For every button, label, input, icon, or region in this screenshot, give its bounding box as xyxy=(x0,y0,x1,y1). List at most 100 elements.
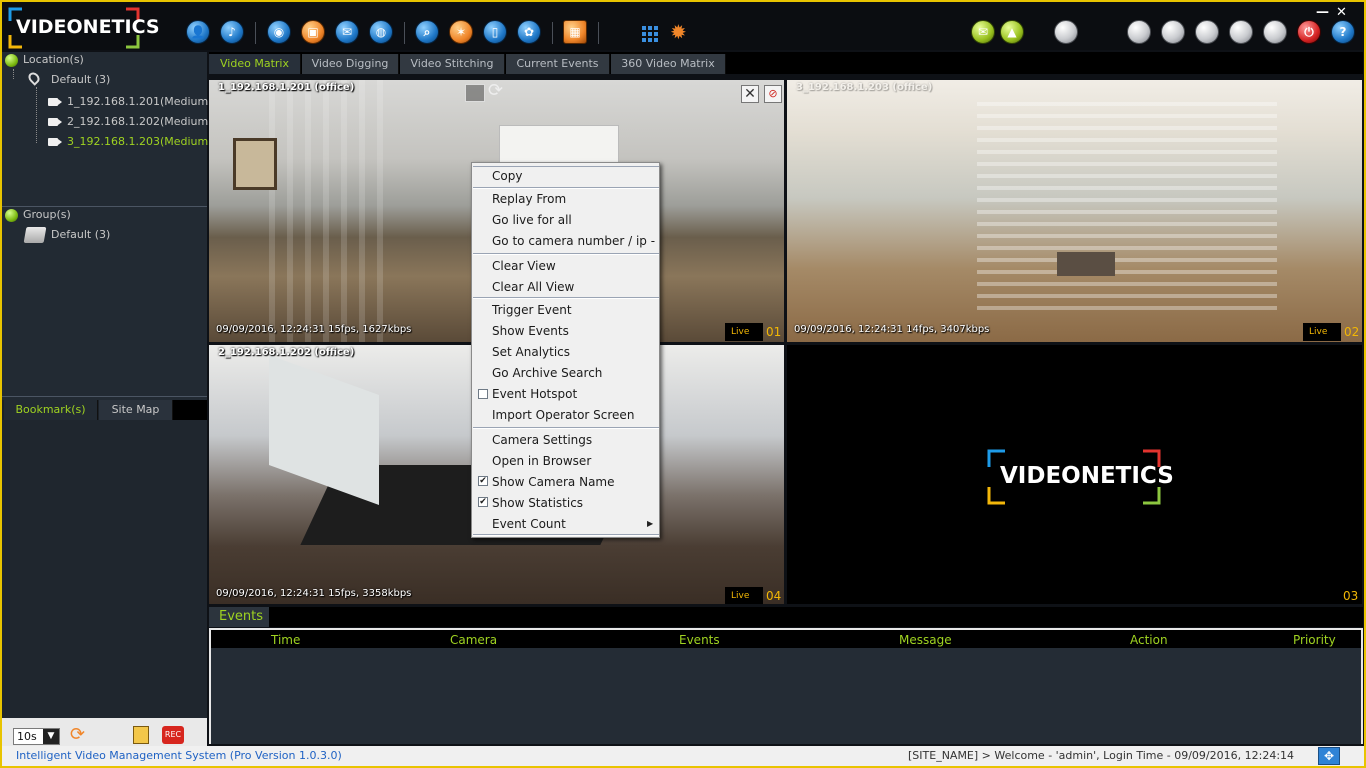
video-cell-2[interactable]: 3_192.168.1.203 (office) 09/09/2016, 12:… xyxy=(787,80,1362,342)
menu-item-clear-view[interactable]: Clear View xyxy=(492,259,556,273)
menu-item-event-count[interactable]: Event Count xyxy=(492,517,566,531)
status-light-icon[interactable] xyxy=(1161,20,1185,44)
camera-stats: 09/09/2016, 12:24:31 15fps, 1627kbps xyxy=(216,324,412,335)
tab-strip-filler xyxy=(173,400,207,420)
close-view-icon[interactable]: ✕ xyxy=(741,85,759,103)
status-light-icon[interactable] xyxy=(1054,20,1078,44)
group-header[interactable]: Group(s) xyxy=(23,208,71,221)
layout-screen-icon[interactable]: ▦ xyxy=(563,20,587,44)
placeholder-logo-text: VIDEONETICS xyxy=(1000,463,1174,489)
motion-icon[interactable]: ✶ xyxy=(449,20,473,44)
location-status-icon xyxy=(5,54,18,67)
camera-title: 2_192.168.1.202 (office) xyxy=(218,347,355,358)
col-events[interactable]: Events xyxy=(679,633,720,647)
camera-snapshot-icon[interactable] xyxy=(465,84,485,102)
clipboard-icon[interactable] xyxy=(133,726,149,744)
tab-bookmarks[interactable]: Bookmark(s) xyxy=(4,400,98,420)
snapshot-icon[interactable]: ▣ xyxy=(301,20,325,44)
film-reel-icon[interactable]: ✿ xyxy=(517,20,541,44)
col-time[interactable]: Time xyxy=(271,633,300,647)
server-icon xyxy=(23,227,47,243)
product-version: Intelligent Video Management System (Pro… xyxy=(16,749,342,762)
search-camera-icon[interactable]: ◉ xyxy=(267,20,291,44)
menu-item-go-archive-search[interactable]: Go Archive Search xyxy=(492,366,602,380)
grid-icon[interactable] xyxy=(642,24,660,42)
menu-item-clear-all-view[interactable]: Clear All View xyxy=(492,280,574,294)
toolbar-divider xyxy=(404,22,405,44)
group-default[interactable]: Default (3) xyxy=(51,228,110,241)
power-icon[interactable]: ⏻ xyxy=(1297,20,1321,44)
help-icon[interactable]: ? xyxy=(1331,20,1355,44)
status-bar: Intelligent Video Management System (Pro… xyxy=(2,746,1364,766)
wall-frame-picture xyxy=(233,138,277,190)
events-table-body xyxy=(209,648,1363,744)
message-icon[interactable]: ✉ xyxy=(335,20,359,44)
tab-video-digging[interactable]: Video Digging xyxy=(302,54,399,74)
location-default[interactable]: Default (3) xyxy=(51,73,110,86)
tab-current-events[interactable]: Current Events xyxy=(506,54,610,74)
camera-item-2[interactable]: 2_192.168.1.202(Medium) xyxy=(67,115,213,128)
location-header[interactable]: Location(s) xyxy=(23,53,84,66)
group-status-icon xyxy=(5,209,18,222)
camera-refresh-icon[interactable]: ⟳ xyxy=(488,82,503,100)
menu-item-replay-from[interactable]: Replay From xyxy=(492,192,566,206)
menu-item-go-to-camera[interactable]: Go to camera number / ip - xyxy=(492,234,655,248)
status-light-icon[interactable] xyxy=(1229,20,1253,44)
zoom-search-icon[interactable]: ⌕ xyxy=(415,20,439,44)
camera-stats: 09/09/2016, 12:24:31 15fps, 3358kbps xyxy=(216,588,412,599)
globe-icon[interactable]: ◍ xyxy=(369,20,393,44)
submenu-arrow-icon: ▶ xyxy=(647,519,654,528)
user-alert-icon[interactable]: ▲ xyxy=(1000,20,1024,44)
events-table-header: Time Camera Events Message Action Priori… xyxy=(209,628,1363,648)
menu-item-set-analytics[interactable]: Set Analytics xyxy=(492,345,570,359)
tab-video-stitching[interactable]: Video Stitching xyxy=(400,54,505,74)
mute-icon[interactable]: ⊘ xyxy=(764,85,782,103)
user-icon[interactable]: 👤 xyxy=(186,20,210,44)
menu-item-import-operator-screen[interactable]: Import Operator Screen xyxy=(492,408,634,422)
menu-separator xyxy=(473,165,659,167)
col-action[interactable]: Action xyxy=(1130,633,1168,647)
video-cell-3-empty[interactable]: VIDEONETICS 03 xyxy=(787,345,1362,604)
record-button[interactable]: REC xyxy=(162,726,184,744)
menu-item-show-camera-name[interactable]: Show Camera Name xyxy=(492,475,615,489)
gear-icon[interactable]: ✹ xyxy=(670,22,687,42)
camera-item-3[interactable]: 3_192.168.1.203(Medium) xyxy=(67,135,213,148)
menu-separator xyxy=(473,427,659,429)
status-light-icon[interactable] xyxy=(1127,20,1151,44)
status-light-icon[interactable] xyxy=(1263,20,1287,44)
menu-item-show-statistics[interactable]: Show Statistics xyxy=(492,496,583,510)
record-label: REC xyxy=(164,730,182,739)
interval-select[interactable]: 10s ▼ xyxy=(13,728,60,745)
refresh-icon[interactable]: ⟳ xyxy=(70,726,85,744)
toolbar-divider xyxy=(552,22,553,44)
show-camera-name-checkbox[interactable]: ✔ xyxy=(478,476,488,486)
bottom-controls: 10s ▼ ⟳ REC xyxy=(2,718,207,746)
toolbar-divider xyxy=(255,22,256,44)
fullscreen-icon[interactable]: ✥ xyxy=(1318,747,1340,765)
menu-item-go-live-for-all[interactable]: Go live for all xyxy=(492,213,572,227)
menu-item-trigger-event[interactable]: Trigger Event xyxy=(492,303,572,317)
show-statistics-checkbox[interactable]: ✔ xyxy=(478,497,488,507)
camera-item-1[interactable]: 1_192.168.1.201(Medium) xyxy=(67,95,213,108)
menu-item-open-in-browser[interactable]: Open in Browser xyxy=(492,454,591,468)
email-icon[interactable]: ✉ xyxy=(971,20,995,44)
tab-360-video-matrix[interactable]: 360 Video Matrix xyxy=(611,54,726,74)
event-hotspot-checkbox[interactable] xyxy=(478,389,488,399)
camera-icon xyxy=(48,118,62,126)
notes-icon[interactable]: ♪ xyxy=(220,20,244,44)
mobile-icon[interactable]: ▯ xyxy=(483,20,507,44)
menu-item-event-hotspot[interactable]: Event Hotspot xyxy=(492,387,577,401)
tab-video-matrix[interactable]: Video Matrix xyxy=(209,54,301,74)
tab-site-map[interactable]: Site Map xyxy=(99,400,173,420)
minimize-button[interactable]: — xyxy=(1316,5,1329,20)
menu-item-camera-settings[interactable]: Camera Settings xyxy=(492,433,592,447)
col-message[interactable]: Message xyxy=(899,633,952,647)
tree-lines xyxy=(13,69,14,79)
col-priority[interactable]: Priority xyxy=(1293,633,1336,647)
menu-item-show-events[interactable]: Show Events xyxy=(492,324,569,338)
col-camera[interactable]: Camera xyxy=(450,633,497,647)
menu-item-copy[interactable]: Copy xyxy=(492,169,522,183)
status-light-icon[interactable] xyxy=(1195,20,1219,44)
close-button[interactable]: ✕ xyxy=(1336,5,1347,20)
tab-events[interactable]: Events xyxy=(209,607,269,627)
